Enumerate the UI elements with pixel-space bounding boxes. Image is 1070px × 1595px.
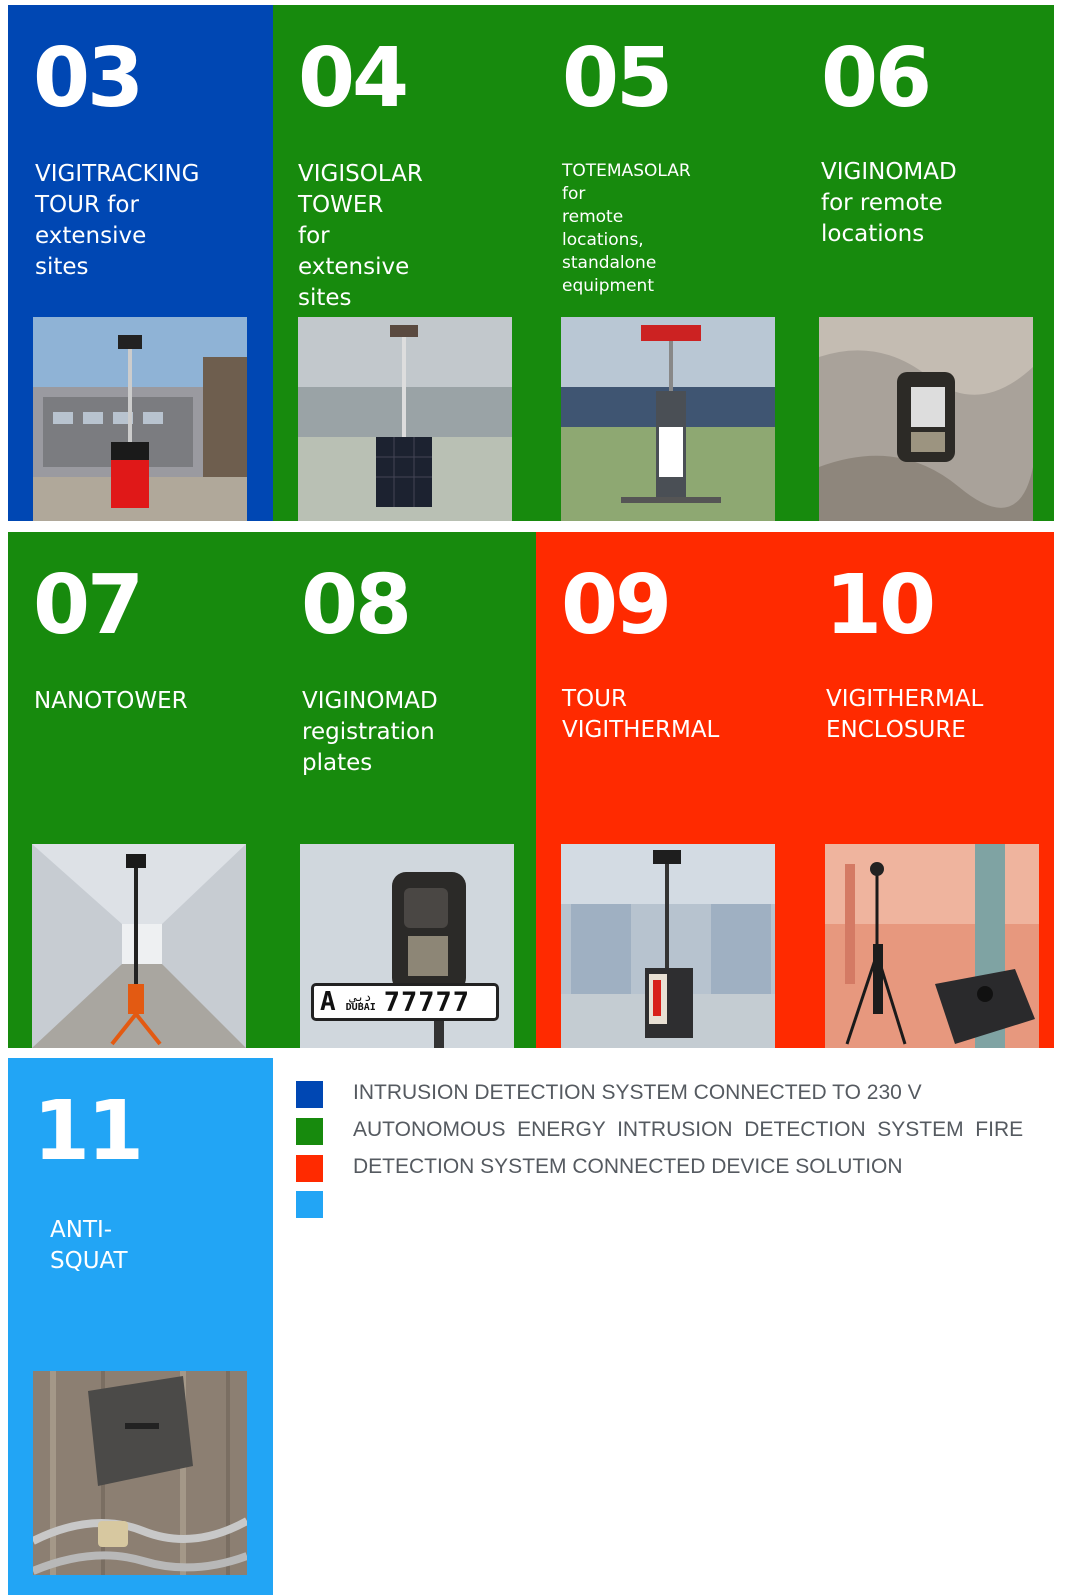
tile-number: 10	[825, 558, 936, 653]
tile-number: 09	[561, 558, 672, 653]
tile-number: 03	[33, 31, 144, 126]
plate-city: DUBAI	[345, 1002, 376, 1013]
plate-letter: A	[320, 987, 336, 1017]
legend-swatch-light-blue	[296, 1191, 323, 1218]
legend-swatch-blue	[296, 1081, 323, 1108]
tile-number: 04	[298, 31, 409, 126]
nanotower-photo	[32, 844, 246, 1048]
tile-title: ANTI-SQUAT	[50, 1217, 128, 1274]
legend-text: DETECTION SYSTEM CONNECTED DEVICE SOLUTI…	[353, 1155, 903, 1178]
plate-digits: 77777	[383, 986, 471, 1018]
tile-number: 08	[301, 558, 412, 653]
legend-swatch-red	[296, 1155, 323, 1182]
legend-swatch-green	[296, 1118, 323, 1145]
tile-title: NANOTOWER	[34, 688, 188, 714]
tile-title: TOTEMASOLAR for remote locations, standa…	[562, 161, 691, 296]
tile-number: 07	[33, 558, 144, 653]
dubai-license-plate: A دبي DUBAI 77777	[311, 983, 499, 1021]
tile-number: 06	[821, 31, 932, 126]
legend-text: INTRUSION DETECTION SYSTEM CONNECTED TO …	[353, 1081, 922, 1104]
legend-text: AUTONOMOUS ENERGY INTRUSION DETECTION SY…	[353, 1118, 1024, 1141]
vigithermal-enclosure-photo	[825, 844, 1039, 1048]
tile-title: TOUR VIGITHERMAL	[562, 686, 720, 743]
viginomad-tree-photo	[819, 317, 1033, 521]
tile-title: VIGITRACKING TOUR for extensive sites	[35, 161, 200, 280]
tile-title: VIGITHERMAL ENCLOSURE	[826, 686, 984, 743]
viginomad-plates-photo: A دبي DUBAI 77777	[300, 844, 514, 1048]
tile-title: VIGINOMAD for remote locations	[821, 159, 957, 247]
tile-number: 05	[562, 31, 673, 126]
tour-vigithermal-photo	[561, 844, 775, 1048]
tile-number: 11	[33, 1084, 144, 1179]
tile-title: VIGINOMAD registration plates	[302, 688, 438, 776]
vigitracking-tower-photo	[33, 317, 247, 521]
vigisolar-tower-photo	[298, 317, 512, 521]
anti-squat-photo	[33, 1371, 247, 1575]
totemasolar-photo	[561, 317, 775, 521]
